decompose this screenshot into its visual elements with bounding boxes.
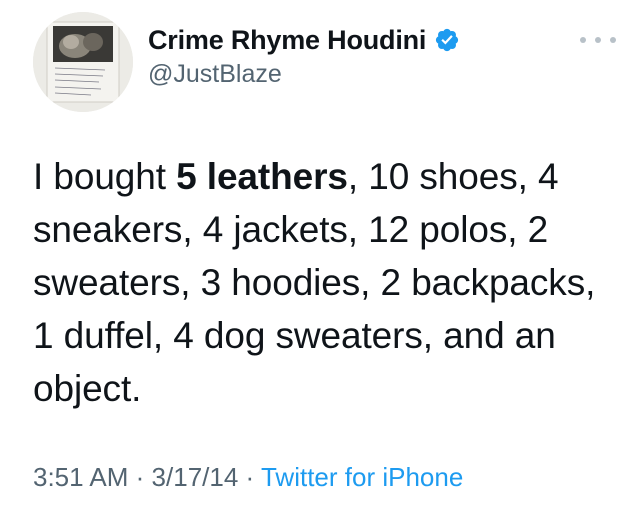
tweet-text-bold: 5 leathers xyxy=(176,156,348,197)
dot-icon xyxy=(610,37,616,43)
user-handle[interactable]: @JustBlaze xyxy=(148,60,580,89)
tweet-date[interactable]: 3/17/14 xyxy=(152,462,239,492)
tweet-time[interactable]: 3:51 AM xyxy=(33,462,128,492)
meta-separator: · xyxy=(135,462,145,492)
dot-icon xyxy=(595,37,601,43)
tweet-metadata: 3:51 AM · 3/17/14 · Twitter for iPhone xyxy=(33,462,463,493)
dot-icon xyxy=(580,37,586,43)
avatar[interactable] xyxy=(33,12,133,112)
tweet: Crime Rhyme Houdini @JustBlaze I bought … xyxy=(0,0,640,513)
verified-badge-icon xyxy=(434,27,460,53)
tweet-source-link[interactable]: Twitter for iPhone xyxy=(261,462,463,492)
tweet-text-start: I bought xyxy=(33,156,177,197)
meta-separator: · xyxy=(245,462,255,492)
tweet-header: Crime Rhyme Houdini @JustBlaze xyxy=(148,22,580,89)
more-options-button[interactable] xyxy=(580,30,616,50)
name-row: Crime Rhyme Houdini xyxy=(148,22,580,58)
profile-photo-icon xyxy=(33,12,133,112)
display-name[interactable]: Crime Rhyme Houdini xyxy=(148,25,426,56)
tweet-text: I bought 5 leathers, 10 shoes, 4 sneaker… xyxy=(33,150,623,415)
